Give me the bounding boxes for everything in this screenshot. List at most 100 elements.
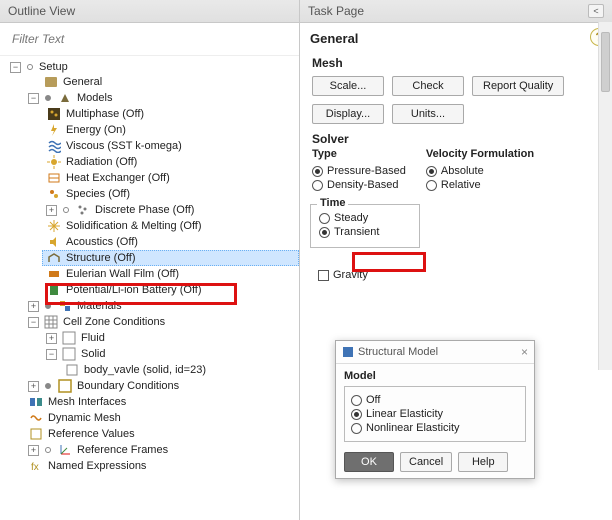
- tree-item-species[interactable]: Species (Off): [42, 186, 299, 202]
- radio-model-nonlinear[interactable]: Nonlinear Elasticity: [351, 421, 519, 435]
- tree-label: Named Expressions: [48, 460, 146, 472]
- outline-tree: − Setup General −: [0, 56, 299, 520]
- units-button[interactable]: Units...: [392, 104, 464, 124]
- dot-icon: [45, 303, 51, 309]
- tree-item-materials[interactable]: +Materials: [24, 298, 299, 314]
- dynamic-mesh-icon: [28, 411, 44, 425]
- tree-item-solidification[interactable]: Solidification & Melting (Off): [42, 218, 299, 234]
- checkbox-gravity[interactable]: Gravity: [318, 268, 594, 282]
- tree-item-boundary[interactable]: + Boundary Conditions: [24, 378, 299, 394]
- collapse-icon[interactable]: −: [46, 349, 57, 360]
- tree-label: Solid: [81, 348, 105, 360]
- scale-button[interactable]: Scale...: [312, 76, 384, 96]
- radio-steady[interactable]: Steady: [319, 211, 411, 225]
- tree-item-named-expressions[interactable]: fx Named Expressions: [24, 458, 299, 474]
- collapse-icon[interactable]: −: [10, 62, 21, 73]
- radio-model-linear[interactable]: Linear Elasticity: [351, 407, 519, 421]
- display-button[interactable]: Display...: [312, 104, 384, 124]
- tree-item-reference-frames[interactable]: +Reference Frames: [24, 442, 299, 458]
- report-quality-button[interactable]: Report Quality: [472, 76, 564, 96]
- radio-pressure-based[interactable]: Pressure-Based: [312, 164, 406, 178]
- tree-item-reference-values[interactable]: Reference Values: [24, 426, 299, 442]
- tree-label: Radiation (Off): [66, 156, 137, 168]
- tree-label: Multiphase (Off): [66, 108, 144, 120]
- tree-label: Fluid: [81, 332, 105, 344]
- radiation-icon: [46, 155, 62, 169]
- expand-icon[interactable]: +: [28, 381, 39, 392]
- solver-heading: Solver: [300, 128, 612, 148]
- vertical-scrollbar[interactable]: [598, 22, 612, 370]
- tree-item-acoustics[interactable]: Acoustics (Off): [42, 234, 299, 250]
- radio-model-off[interactable]: Off: [351, 393, 519, 407]
- structural-model-dialog: Structural Model × Model Off Linear Elas…: [335, 340, 535, 479]
- tree-item-heat-exchanger[interactable]: Heat Exchanger (Off): [42, 170, 299, 186]
- collapse-icon[interactable]: −: [28, 93, 39, 104]
- model-heading: Model: [344, 370, 526, 382]
- materials-icon: [57, 299, 73, 313]
- tree-item-cellzone[interactable]: − Cell Zone Conditions: [24, 314, 299, 330]
- dot-icon: [45, 383, 51, 389]
- tree-item-radiation[interactable]: Radiation (Off): [42, 154, 299, 170]
- help-button[interactable]: Help: [458, 452, 508, 472]
- task-page-header: Task Page <: [300, 0, 612, 23]
- tree-item-eulerian[interactable]: Eulerian Wall Film (Off): [42, 266, 299, 282]
- tree-item-body[interactable]: body_vavle (solid, id=23): [60, 362, 299, 378]
- tree-item-viscous[interactable]: Viscous (SST k-omega): [42, 138, 299, 154]
- radio-label: Nonlinear Elasticity: [366, 422, 460, 434]
- outline-view-header: Outline View: [0, 0, 299, 23]
- type-heading: Type: [312, 148, 406, 160]
- tree-label: Discrete Phase (Off): [95, 204, 194, 216]
- tree-label: Cell Zone Conditions: [63, 316, 165, 328]
- tree-item-discrete-phase[interactable]: + Discrete Phase (Off): [42, 202, 299, 218]
- dialog-title-text: Structural Model: [358, 346, 438, 358]
- expand-icon[interactable]: +: [28, 301, 39, 312]
- tree-label: Solidification & Melting (Off): [66, 220, 202, 232]
- time-heading: Time: [317, 197, 348, 209]
- tree-item-models[interactable]: − Models: [24, 90, 299, 106]
- tree-label: body_vavle (solid, id=23): [84, 364, 206, 376]
- radio-absolute[interactable]: Absolute: [426, 164, 534, 178]
- dialog-close-button[interactable]: ×: [521, 345, 528, 359]
- tree-label: Species (Off): [66, 188, 130, 200]
- radio-density-based[interactable]: Density-Based: [312, 178, 406, 192]
- radio-label: Absolute: [441, 165, 484, 177]
- tree-item-fluid[interactable]: + Fluid: [42, 330, 299, 346]
- eulerian-icon: [46, 267, 62, 281]
- radio-transient[interactable]: Transient: [319, 225, 411, 239]
- filter-input[interactable]: [10, 29, 289, 49]
- collapse-icon[interactable]: −: [28, 317, 39, 328]
- tree-label: Heat Exchanger (Off): [66, 172, 170, 184]
- tree-item-setup[interactable]: − Setup: [6, 60, 299, 74]
- fluid-icon: [61, 331, 77, 345]
- velocity-formulation-heading: Velocity Formulation: [426, 148, 534, 160]
- panel-menu-button[interactable]: <: [588, 4, 604, 18]
- tree-item-dynamic-mesh[interactable]: Dynamic Mesh: [24, 410, 299, 426]
- tree-item-potential[interactable]: Potential/Li-ion Battery (Off): [42, 282, 299, 298]
- tree-item-general[interactable]: General: [24, 74, 299, 90]
- tree-item-solid[interactable]: − Solid: [42, 346, 299, 362]
- tree-label: Models: [77, 92, 112, 104]
- tree-item-energy[interactable]: Energy (On): [42, 122, 299, 138]
- tree-label: Viscous (SST k-omega): [66, 140, 182, 152]
- ok-button[interactable]: OK: [344, 452, 394, 472]
- svg-text:fx: fx: [31, 462, 39, 473]
- check-button[interactable]: Check: [392, 76, 464, 96]
- tree-item-mesh-interfaces[interactable]: Mesh Interfaces: [24, 394, 299, 410]
- models-icon: [57, 91, 73, 105]
- tree-label: Boundary Conditions: [77, 380, 179, 392]
- dot-icon: [45, 447, 51, 453]
- multiphase-icon: [46, 107, 62, 121]
- radio-relative[interactable]: Relative: [426, 178, 534, 192]
- mesh-heading: Mesh: [300, 52, 612, 72]
- outline-view-title: Outline View: [8, 4, 75, 18]
- cancel-button[interactable]: Cancel: [400, 452, 452, 472]
- radio-label: Relative: [441, 179, 481, 191]
- expand-icon[interactable]: +: [46, 333, 57, 344]
- tree-item-multiphase[interactable]: Multiphase (Off): [42, 106, 299, 122]
- expand-icon[interactable]: +: [28, 445, 39, 456]
- solid-icon: [61, 347, 77, 361]
- expand-icon[interactable]: +: [46, 205, 57, 216]
- tree-item-structure[interactable]: Structure (Off): [42, 250, 299, 266]
- tree-label: Structure (Off): [66, 252, 135, 264]
- ref-frames-icon: [57, 443, 73, 457]
